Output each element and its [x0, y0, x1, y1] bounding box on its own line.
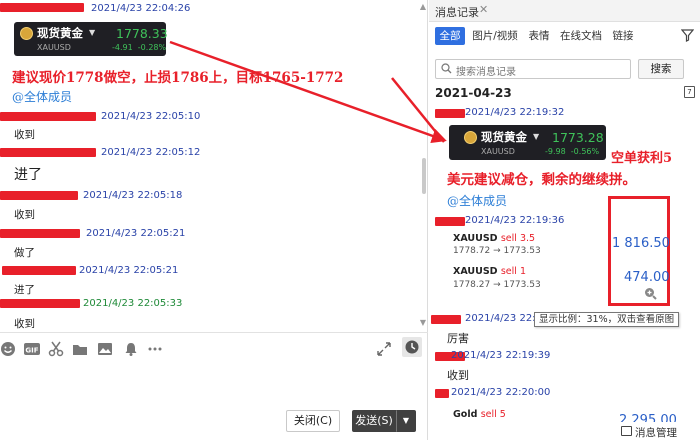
trade-symbol: XAUUSD sell 3.5: [453, 233, 536, 244]
chevron-down-icon: ▼: [89, 28, 96, 37]
message-manager-link[interactable]: 消息管理: [635, 425, 677, 440]
scissors-icon[interactable]: [48, 341, 64, 357]
calendar-icon[interactable]: 7: [684, 86, 695, 98]
gif-icon[interactable]: GIF: [23, 341, 41, 357]
trade-value: 1 816.50: [612, 236, 670, 251]
tab-all[interactable]: 全部: [435, 27, 465, 45]
message-timestamp: 2021/4/23 22:05:12: [101, 147, 201, 158]
trade-annotation: 建议现价1778做空，止损1786上，目标1765-1772: [12, 70, 344, 86]
message-body: 进了: [14, 284, 35, 296]
message-manager-icon[interactable]: [621, 426, 632, 436]
mention-all: @全体成员: [447, 194, 508, 208]
message-body: 收到: [14, 209, 35, 221]
history-message-body: 收到: [447, 369, 469, 382]
scroll-down-arrow[interactable]: ▼: [420, 318, 426, 327]
history-title: 消息记录: [435, 6, 479, 19]
sender-name-redacted: [435, 389, 449, 398]
history-timestamp: 2021/4/23 22:19:32: [465, 107, 565, 118]
trade-value: 474.00: [624, 270, 670, 285]
folder-icon[interactable]: [72, 341, 88, 357]
expand-icon[interactable]: [376, 341, 392, 357]
quote-card[interactable]: 现货黄金 ▼ XAUUSD 1773.28 -9.98 -0.56%: [449, 125, 606, 160]
sender-name-redacted: [0, 191, 78, 200]
scroll-up-arrow[interactable]: ▲: [420, 2, 426, 11]
send-button[interactable]: 发送(S): [352, 410, 396, 432]
message-timestamp: 2021/4/23 22:05:21: [86, 228, 186, 239]
search-icon: [441, 63, 452, 74]
more-icon[interactable]: [147, 341, 163, 357]
bell-icon[interactable]: [123, 341, 139, 357]
message-body: 收到: [14, 129, 35, 141]
profit-annotation-line2: 美元建议减仓，剩余的继续拼。: [447, 172, 636, 188]
tab-links[interactable]: 链接: [611, 27, 635, 45]
trade-values-highlight: [608, 196, 670, 306]
sender-name-redacted: [435, 109, 465, 118]
message-timestamp: 2021/4/23 22:05:10: [101, 111, 201, 122]
quote-name: 现货黄金: [37, 26, 83, 40]
filter-icon[interactable]: [681, 29, 694, 42]
message-body: 收到: [14, 318, 35, 330]
sender-name-redacted: [435, 217, 465, 226]
sender-name-redacted: [431, 315, 461, 324]
search-placeholder: 搜索消息记录: [456, 67, 516, 78]
svg-text:GIF: GIF: [25, 347, 38, 355]
trade-prices: 1778.72 → 1773.53: [453, 246, 541, 256]
input-toolbar: GIF: [0, 332, 428, 362]
history-timestamp: 2021/4/23 22:19:36: [465, 215, 565, 226]
send-options-chevron-icon[interactable]: ▼: [396, 410, 416, 432]
sender-name-redacted: [0, 3, 84, 12]
quote-price: 1773.28: [552, 130, 604, 145]
gold-coin-icon: [464, 131, 477, 144]
search-button[interactable]: 搜索: [638, 59, 684, 79]
message-timestamp: 2021/4/23 22:05:33: [83, 298, 183, 309]
tab-media[interactable]: 图片/视频: [471, 27, 519, 45]
close-button[interactable]: 关闭(C): [286, 410, 340, 432]
tab-online-docs[interactable]: 在线文档: [559, 27, 603, 45]
zoom-in-icon[interactable]: [644, 287, 657, 300]
trade-symbol: XAUUSD sell 1: [453, 266, 526, 277]
sender-name-redacted: [0, 112, 96, 121]
history-timestamp: 2021/4/23 22:19:39: [451, 350, 551, 361]
trade-prices: 1778.27 → 1773.53: [453, 280, 541, 290]
chat-window: 2021/4/23 22:04:26 现货黄金 ▼ XAUUSD 1778.33…: [0, 0, 428, 440]
trade-symbol: Gold sell 5: [453, 409, 506, 420]
message-body: 进了: [14, 167, 42, 183]
history-date: 2021-04-23: [435, 86, 512, 100]
quote-symbol: XAUUSD: [481, 147, 515, 156]
message-timestamp: 2021/4/23 22:04:26: [91, 3, 191, 14]
history-search-input[interactable]: 搜索消息记录: [435, 59, 631, 79]
quote-name: 现货黄金: [481, 130, 527, 144]
emoji-icon[interactable]: [0, 341, 16, 357]
sender-name-redacted: [2, 266, 76, 275]
history-message-body: 厉害: [447, 332, 469, 345]
quote-change: -9.98 -0.56%: [545, 147, 600, 156]
history-timestamp: 2021/4/23 22:20:00: [451, 387, 551, 398]
tab-stickers[interactable]: 表情: [527, 27, 551, 45]
mention-all: @全体成员: [12, 90, 73, 104]
history-header: 消息记录 ✕: [429, 0, 700, 22]
sender-name-redacted: [0, 299, 80, 308]
quote-card[interactable]: 现货黄金 ▼ XAUUSD 1778.33 -4.91 -0.28%: [14, 22, 168, 56]
trade-value: 2 295.00: [619, 413, 677, 422]
quote-price: 1778.33: [116, 26, 168, 41]
message-timestamp: 2021/4/23 22:05:21: [79, 265, 179, 276]
message-timestamp: 2021/4/23 22:05:18: [83, 190, 183, 201]
history-clock-button[interactable]: [402, 337, 422, 357]
sender-name-redacted: [0, 229, 80, 238]
image-scale-tooltip: 显示比例：31%，双击查看原图: [534, 312, 680, 327]
quote-change: -4.91 -0.28%: [112, 43, 167, 52]
message-list[interactable]: 2021/4/23 22:04:26 现货黄金 ▼ XAUUSD 1778.33…: [0, 0, 428, 332]
message-body: 做了: [14, 247, 35, 259]
scrollbar-thumb[interactable]: [422, 158, 426, 194]
close-icon[interactable]: ✕: [479, 3, 488, 16]
quote-symbol: XAUUSD: [37, 43, 71, 52]
sender-name-redacted: [0, 148, 96, 157]
chevron-down-icon: ▼: [533, 132, 540, 141]
clock-icon: [405, 340, 419, 354]
image-icon[interactable]: [97, 341, 113, 357]
gold-coin-icon: [20, 27, 33, 40]
profit-annotation-line1: 空单获利5: [611, 151, 673, 166]
message-history-panel: 消息记录 ✕ 全部 图片/视频 表情 在线文档 链接 搜索消息记录 搜索 202…: [429, 0, 700, 440]
